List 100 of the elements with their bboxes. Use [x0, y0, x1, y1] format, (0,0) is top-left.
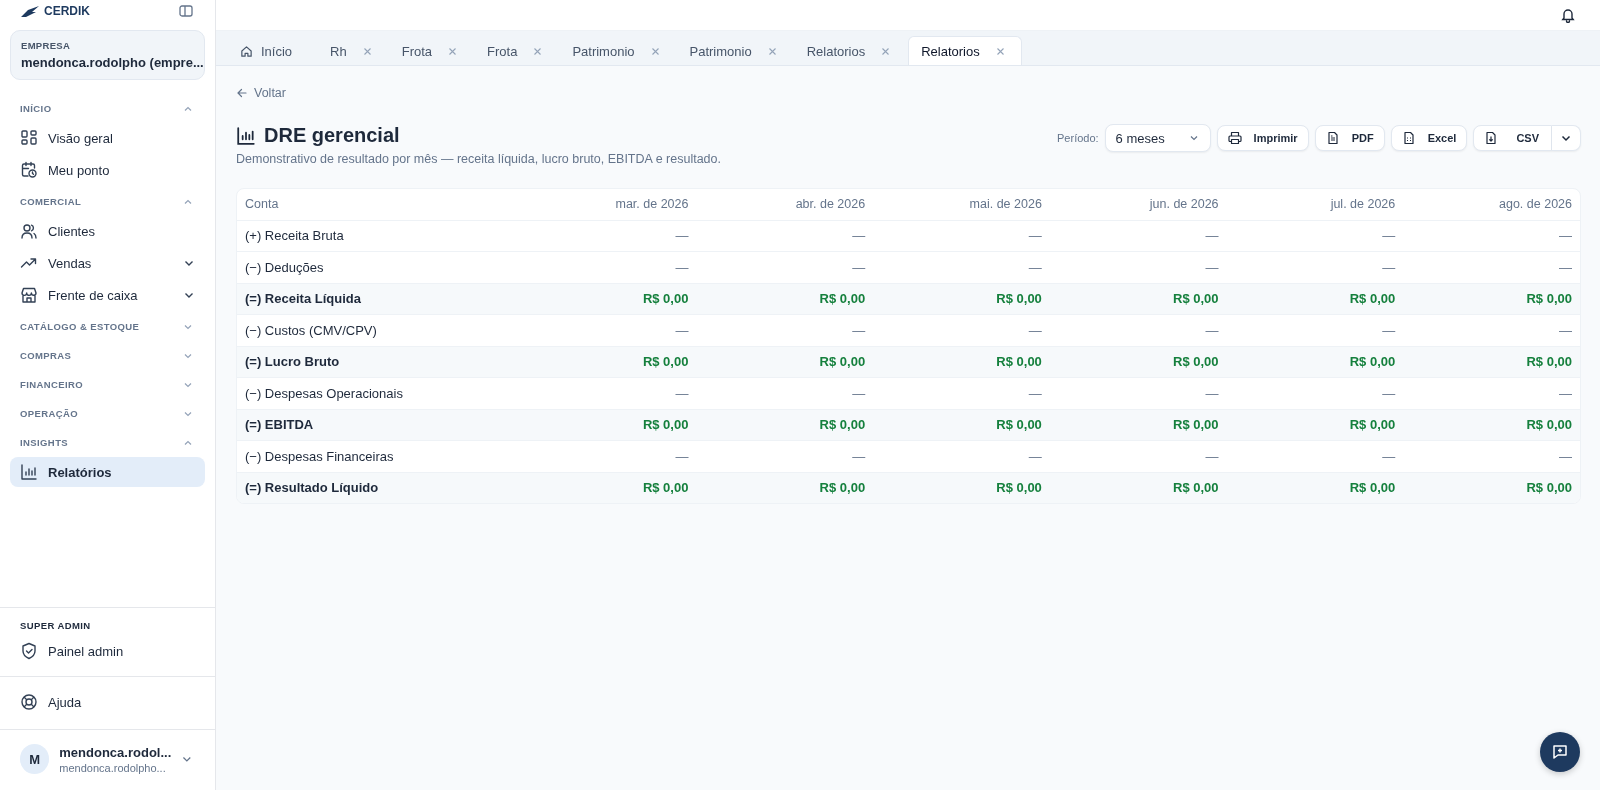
sidebar-item[interactable]: Frente de caixa: [10, 280, 205, 310]
value-cell-text: R$ 0,00: [1172, 291, 1220, 307]
account-cell-text: (=) Lucro Bruto: [244, 354, 341, 370]
new-message-button[interactable]: [1540, 732, 1580, 772]
value-cell-text: —: [1027, 322, 1043, 338]
account-cell-text: (−) Deduções: [244, 259, 325, 275]
value-cell-text: —: [1558, 448, 1573, 464]
avatar: M: [20, 744, 50, 774]
value-cell-text: R$ 0,00: [1525, 480, 1573, 496]
close-icon[interactable]: [448, 46, 458, 56]
value-cell-text: R$ 0,00: [641, 354, 690, 370]
column-header: jul. de 2026: [1329, 197, 1397, 212]
sidebar-item[interactable]: Vendas: [10, 248, 205, 278]
store-icon: [20, 286, 38, 304]
value-cell-text: R$ 0,00: [1525, 417, 1573, 433]
user-menu[interactable]: M mendonca.rodol... mendonca.rodolpho...: [0, 729, 215, 790]
section-header[interactable]: INSIGHTS: [0, 428, 215, 457]
back-link[interactable]: Voltar: [236, 86, 286, 100]
column-header: Conta: [244, 197, 280, 212]
section-header[interactable]: OPERAÇÃO: [0, 399, 215, 428]
value-cell-text: R$ 0,00: [1348, 291, 1397, 307]
sidebar-item[interactable]: Painel admin: [10, 636, 205, 666]
page-title: DRE gerencial: [264, 124, 400, 147]
document-icon: [1325, 131, 1340, 145]
value-cell-text: —: [1204, 385, 1220, 401]
printer-icon: [1227, 131, 1242, 145]
close-icon[interactable]: [650, 46, 660, 56]
value-cell-text: —: [1027, 385, 1043, 401]
sidebar-item[interactable]: Ajuda: [10, 687, 205, 717]
section-header[interactable]: CATÁLOGO & ESTOQUE: [0, 312, 215, 341]
value-cell-text: —: [1204, 259, 1220, 275]
account-cell-text: (=) EBITDA: [244, 417, 315, 433]
value-cell-text: R$ 0,00: [1348, 480, 1397, 496]
export-button[interactable]: Excel: [1390, 125, 1468, 151]
value-cell-text: —: [674, 228, 690, 244]
file-download-icon: [1484, 131, 1499, 145]
value-cell-text: R$ 0,00: [1348, 417, 1397, 433]
calendar-icon: [20, 161, 38, 179]
section-header[interactable]: COMPRAS: [0, 341, 215, 370]
value-cell-text: R$ 0,00: [995, 417, 1043, 433]
collapse-sidebar-icon[interactable]: [179, 5, 193, 17]
value-cell-text: —: [1381, 259, 1397, 275]
value-cell-text: —: [851, 228, 867, 244]
value-cell-text: R$ 0,00: [1525, 291, 1573, 307]
value-cell-text: —: [674, 322, 690, 338]
value-cell-text: R$ 0,00: [641, 417, 690, 433]
column-header: mar. de 2026: [614, 197, 690, 212]
value-cell-text: R$ 0,00: [995, 354, 1043, 370]
tab[interactable]: Relatorios: [908, 36, 1022, 65]
close-icon[interactable]: [881, 46, 891, 56]
value-cell-text: —: [674, 259, 690, 275]
value-cell-text: —: [1558, 259, 1573, 275]
period-select[interactable]: 6 meses: [1104, 124, 1211, 152]
account-cell-text: (−) Despesas Operacionais: [244, 385, 404, 401]
close-icon[interactable]: [767, 46, 777, 56]
csv-button[interactable]: CSV: [1473, 125, 1552, 151]
value-cell-text: —: [1204, 322, 1220, 338]
value-cell-text: R$ 0,00: [818, 480, 867, 496]
sidebar-item[interactable]: Relatórios: [10, 457, 205, 487]
account-cell-text: (+) Receita Bruta: [244, 228, 345, 244]
company-selector[interactable]: EMPRESA mendonca.rodolpho (empre...: [10, 30, 205, 80]
value-cell-text: —: [1204, 228, 1220, 244]
value-cell-text: —: [674, 448, 690, 464]
value-cell-text: —: [1558, 322, 1573, 338]
close-icon[interactable]: [362, 46, 372, 56]
grid-icon: [20, 129, 38, 147]
value-cell-text: R$ 0,00: [1348, 354, 1397, 370]
brand-name: CERDIK: [44, 4, 90, 18]
value-cell-text: —: [1381, 385, 1397, 401]
value-cell-text: R$ 0,00: [1525, 354, 1573, 370]
section-header[interactable]: INÍCIO: [0, 94, 215, 123]
value-cell-text: R$ 0,00: [995, 291, 1043, 307]
value-cell-text: —: [1381, 322, 1397, 338]
sidebar-item[interactable]: Visão geral: [10, 123, 205, 153]
account-cell-text: (−) Despesas Financeiras: [244, 448, 395, 464]
bar-chart-icon: [236, 125, 256, 146]
users-icon: [20, 222, 38, 240]
page-subtitle: Demonstrativo de resultado por mês — receita líquida, lucro bruto, EBITDA e resultado.: [236, 152, 721, 166]
dropdown-button[interactable]: [1552, 125, 1581, 151]
value-cell-text: —: [674, 385, 690, 401]
section-header[interactable]: COMERCIAL: [0, 187, 215, 216]
sidebar-item[interactable]: Meu ponto: [10, 155, 205, 185]
section-header: SUPER ADMIN: [19, 618, 92, 633]
close-icon[interactable]: [995, 46, 1005, 56]
export-button[interactable]: Imprimir: [1216, 125, 1309, 151]
value-cell-text: —: [1027, 448, 1043, 464]
value-cell-text: R$ 0,00: [1172, 417, 1220, 433]
value-cell-text: —: [1558, 228, 1573, 244]
notification-bell-icon[interactable]: [1560, 7, 1576, 23]
close-icon[interactable]: [533, 46, 543, 56]
chat-plus-icon: [1551, 743, 1569, 761]
value-cell-text: —: [1204, 448, 1220, 464]
value-cell-text: R$ 0,00: [818, 291, 867, 307]
export-button[interactable]: PDF: [1314, 125, 1385, 151]
value-cell-text: R$ 0,00: [995, 480, 1043, 496]
value-cell-text: —: [851, 385, 867, 401]
sidebar-item[interactable]: Clientes: [10, 216, 205, 246]
arrow-left-icon: [236, 87, 248, 99]
column-header: mai. de 2026: [968, 197, 1043, 212]
section-header[interactable]: FINANCEIRO: [0, 370, 215, 399]
